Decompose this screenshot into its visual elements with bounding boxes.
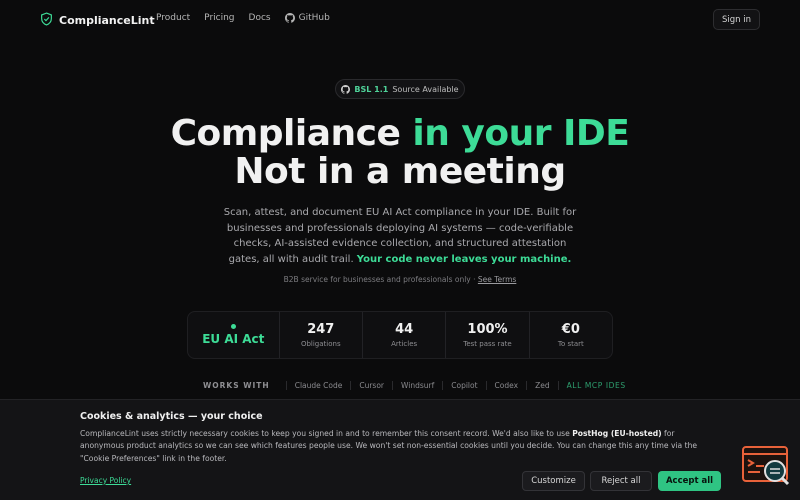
- hero-title-line1: Compliance in your IDE: [0, 113, 800, 154]
- divider: [485, 381, 487, 390]
- stat-label: Articles: [391, 340, 418, 348]
- tool-claude-code: Claude Code: [294, 381, 343, 390]
- stat-framework: EU AI Act: [188, 312, 279, 358]
- stat-label: To start: [557, 340, 584, 348]
- cookie-body-a: ComplianceLint uses strictly necessary c…: [80, 429, 573, 438]
- cookie-body-bold: PostHog (EU-hosted): [572, 429, 662, 438]
- shield-check-icon: [40, 11, 53, 30]
- stat-articles: 44 Articles: [361, 312, 445, 358]
- hero-description-highlight: Your code never leaves your machine.: [356, 253, 572, 265]
- license-badge[interactable]: BSL 1.1 Source Available: [335, 79, 465, 99]
- tool-zed: Zed: [535, 381, 550, 390]
- stats-bar: EU AI Act 247 Obligations 44 Articles 10…: [187, 311, 613, 359]
- github-icon: [284, 13, 295, 23]
- terminal-search-icon: [742, 446, 790, 486]
- stat-value: 44: [395, 322, 414, 337]
- nav-docs[interactable]: Docs: [249, 13, 271, 23]
- b2b-text: B2B service for businesses and professio…: [283, 275, 478, 284]
- reject-all-button[interactable]: Reject all: [590, 471, 652, 491]
- stat-price: €0 To start: [528, 312, 612, 358]
- stat-value: €0: [561, 322, 580, 337]
- customize-button[interactable]: Customize: [522, 471, 585, 491]
- hero-title-a: Compliance: [170, 113, 413, 154]
- nav-links: Product Pricing Docs GitHub: [156, 13, 358, 23]
- github-icon: [341, 84, 351, 94]
- nav-github[interactable]: GitHub: [284, 13, 344, 23]
- stat-value: 100%: [467, 322, 508, 337]
- divider: [557, 381, 559, 390]
- divider: [442, 381, 444, 390]
- hero-title-accent: in your IDE: [412, 113, 630, 154]
- stat-label: Obligations: [300, 340, 341, 348]
- hero-title-line2: Not in a meeting: [234, 151, 566, 192]
- license-text: Source Available: [392, 84, 459, 94]
- divider: [350, 381, 352, 390]
- works-with-row: WORKS WITH Claude Code Cursor Windsurf C…: [203, 381, 626, 390]
- accept-all-button[interactable]: Accept all: [658, 471, 721, 491]
- nav-github-label: GitHub: [298, 13, 330, 23]
- works-with-label: WORKS WITH: [203, 381, 270, 390]
- divider: [526, 381, 528, 390]
- tool-cursor: Cursor: [359, 381, 385, 390]
- license-name: BSL 1.1: [354, 84, 389, 94]
- stat-framework-value: EU AI Act: [202, 332, 265, 346]
- privacy-policy-link[interactable]: Privacy Policy: [80, 476, 131, 485]
- cookie-title: Cookies & analytics — your choice: [80, 411, 263, 422]
- tool-copilot: Copilot: [451, 381, 478, 390]
- sign-in-button[interactable]: Sign in: [713, 9, 760, 30]
- stat-label: Test pass rate: [463, 340, 512, 348]
- brand[interactable]: ComplianceLint: [40, 11, 155, 30]
- stat-value: 247: [307, 322, 335, 337]
- divider: [392, 381, 394, 390]
- hero-description: Scan, attest, and document EU AI Act com…: [220, 205, 580, 267]
- see-terms-link[interactable]: See Terms: [478, 275, 516, 284]
- nav-product[interactable]: Product: [156, 13, 190, 23]
- terminal-search-widget[interactable]: [742, 446, 790, 486]
- stat-obligations: 247 Obligations: [278, 312, 362, 358]
- tool-all-mcp-ides: ALL MCP IDES: [566, 381, 626, 390]
- nav-pricing[interactable]: Pricing: [204, 13, 234, 23]
- cookie-body: ComplianceLint uses strictly necessary c…: [80, 428, 720, 465]
- b2b-note: B2B service for businesses and professio…: [0, 275, 800, 284]
- brand-name: ComplianceLint: [59, 14, 155, 27]
- tool-codex: Codex: [494, 381, 519, 390]
- cookie-banner: Cookies & analytics — your choice Compli…: [0, 399, 800, 500]
- status-dot: [230, 324, 236, 329]
- divider: [285, 381, 287, 390]
- tool-windsurf: Windsurf: [401, 381, 435, 390]
- top-nav: ComplianceLint Product Pricing Docs GitH…: [0, 0, 800, 38]
- stat-test-pass-rate: 100% Test pass rate: [445, 312, 528, 358]
